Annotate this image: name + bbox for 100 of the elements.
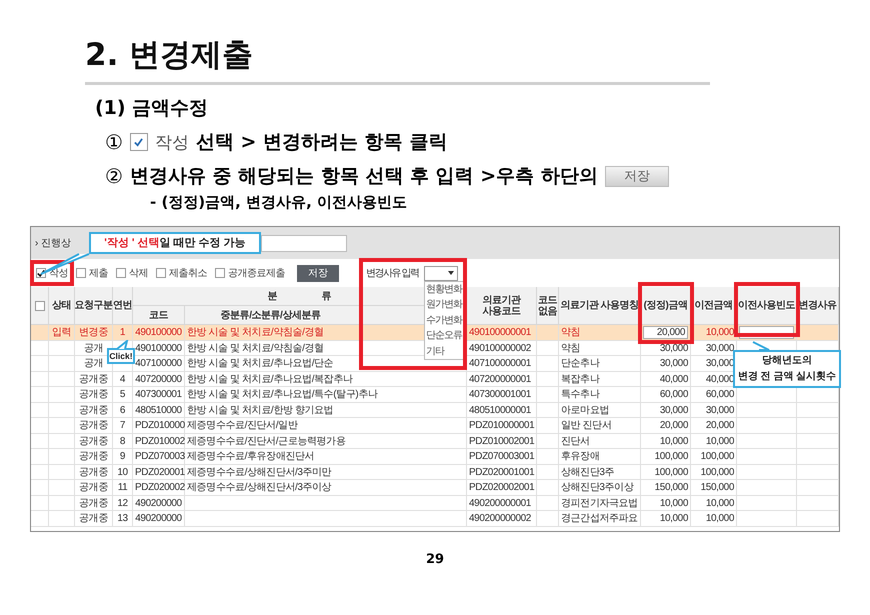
table-cell: 100,000 [641,464,691,480]
table-cell: PDZ070003 [133,449,185,464]
table-cell: 407100000001 [467,356,537,372]
table-cell: 100,000 [691,449,737,464]
table-cell: 아로마요법 [559,402,641,418]
table-cell: 10 [113,464,133,480]
table-cell: 60,000 [641,387,691,402]
table-cell: 후유장애 [559,449,641,464]
table-cell: 490200000001 [467,496,537,511]
page-heading: 2. 변경제출 [85,34,710,85]
column-header: 코드 [133,306,185,325]
table-cell: PDZ020002001 [467,480,537,496]
save-button[interactable]: 저장 [297,264,339,282]
table-cell: 한방 시술 및 처치료/추나요법/특수(탈구)추나 [185,387,467,402]
table-cell: 20,000 [691,418,737,434]
table-cell: 경근간섭저주파요 [559,511,641,526]
table-cell: 10,000 [691,496,737,511]
table-cell: 공개중 [75,464,113,480]
column-header: 이전사용빈도 [737,287,797,325]
checkbox[interactable] [34,300,44,310]
save-button-image: 저장 [604,166,669,186]
table-cell: 20,000 [641,418,691,434]
table-cell: 복잡추나 [559,372,641,387]
callout: '작성 ' 선택일 때만 수정 가능 [89,232,261,254]
table-cell: 공개중 [75,496,113,511]
checkbox-label: 작성 [154,132,189,154]
table-cell: PDZ020001001 [467,464,537,480]
table-cell: 경피전기자극요법 [559,496,641,511]
table-cell: 30,000 [641,356,691,372]
table-cell: 7 [113,418,133,434]
table-cell: 407200000001 [467,372,537,387]
column-header: 의료기관 사용코드 [467,287,537,325]
table-cell: PDZ010000 [133,418,185,434]
checkmark-icon [37,268,45,278]
highlight-frame [638,282,694,344]
column-header: 변경사유 [797,287,839,325]
table-cell: 제증명수수료/상해진단서/3주이상 [185,480,467,496]
filter-checkbox[interactable]: 제출 [76,266,108,280]
table-cell: 490200000002 [467,511,537,526]
table-cell: 공개중 [75,449,113,464]
table-cell: 10,000 [691,434,737,449]
table-cell: 한방 시술 및 처치료/추나요법/복잡추나 [185,372,467,387]
table-cell: 4 [113,372,133,387]
section-heading: (1) 금액수정 [95,96,210,121]
table-cell: 10,000 [641,434,691,449]
table-cell: PDZ010002001 [467,434,537,449]
filter-checkbox[interactable]: 공개종료제출 [215,266,285,280]
step-text: 변경사유 중 해당되는 항목 선택 후 입력 >우측 하단의 [130,164,598,189]
column-header: 연번 [113,287,133,325]
table-cell: 30,000 [691,402,737,418]
table-cell: 상해진단3주 [559,464,641,480]
table-cell: 100,000 [691,464,737,480]
note-text: - (정정)금액, 변경사유, 이전사용빈도 [150,193,408,212]
dropdown-option[interactable]: 기타 [425,344,463,359]
table-cell: 12 [113,496,133,511]
table-cell: 407100000 [133,356,185,372]
page-number: 29 [424,552,446,567]
column-header: 코드 없음 [537,287,559,325]
table-cell: PDZ020002 [133,480,185,496]
dropdown-option[interactable]: 수가변화 [425,312,463,328]
table-cell: 상해진단3주이상 [559,480,641,496]
filter-checkbox[interactable]: 제출취소 [156,266,207,280]
table-cell: 입력 [49,325,75,340]
table-cell: 공개중 [75,402,113,418]
dropdown-option[interactable]: 현황변화 [425,282,463,297]
table-cell: 공개중 [75,511,113,526]
table-cell: 1 [113,325,133,340]
table-cell: 407300001 [133,387,185,402]
table-cell: 변경중 [75,325,113,340]
table-cell: 약침 [559,340,641,356]
filter-checkbox[interactable]: 삭제 [116,266,148,280]
table-cell: 480510000 [133,402,185,418]
highlight-frame [734,282,800,337]
table-cell: 490100000002 [467,340,537,356]
column-header: 상태 [49,287,75,325]
table-cell: 5 [113,387,133,402]
dropdown-option[interactable]: 단순오류 [425,328,463,344]
table-cell: 8 [113,434,133,449]
table-cell: 150,000 [691,480,737,496]
table-cell: 약침 [559,325,641,340]
table-cell: 480510000001 [467,402,537,418]
callout: 당해년도의 변경 전 금액 실시횟수 [733,350,841,388]
table-cell: 150,000 [641,480,691,496]
table-cell: 490100000 [133,340,185,356]
table-cell: PDZ070003001 [467,449,537,464]
table-cell: 490200000 [133,511,185,526]
step-text: 선택 > 변경하려는 항목 클릭 [196,130,448,155]
callout-tail [115,340,129,350]
step-marker: ① [105,130,123,154]
table-cell: 공개중 [75,387,113,402]
table-cell: 100,000 [641,449,691,464]
amount-field[interactable]: 20,000 [643,326,688,339]
table-cell: 40,000 [641,372,691,387]
table-cell: 9 [113,449,133,464]
table-cell: 10,000 [691,511,737,526]
table-cell: 10,000 [641,511,691,526]
column-header: (정정)금액 [641,287,691,325]
input-field[interactable] [261,234,348,252]
table-cell: 60,000 [691,387,737,402]
table-cell: PDZ010000001 [467,418,537,434]
